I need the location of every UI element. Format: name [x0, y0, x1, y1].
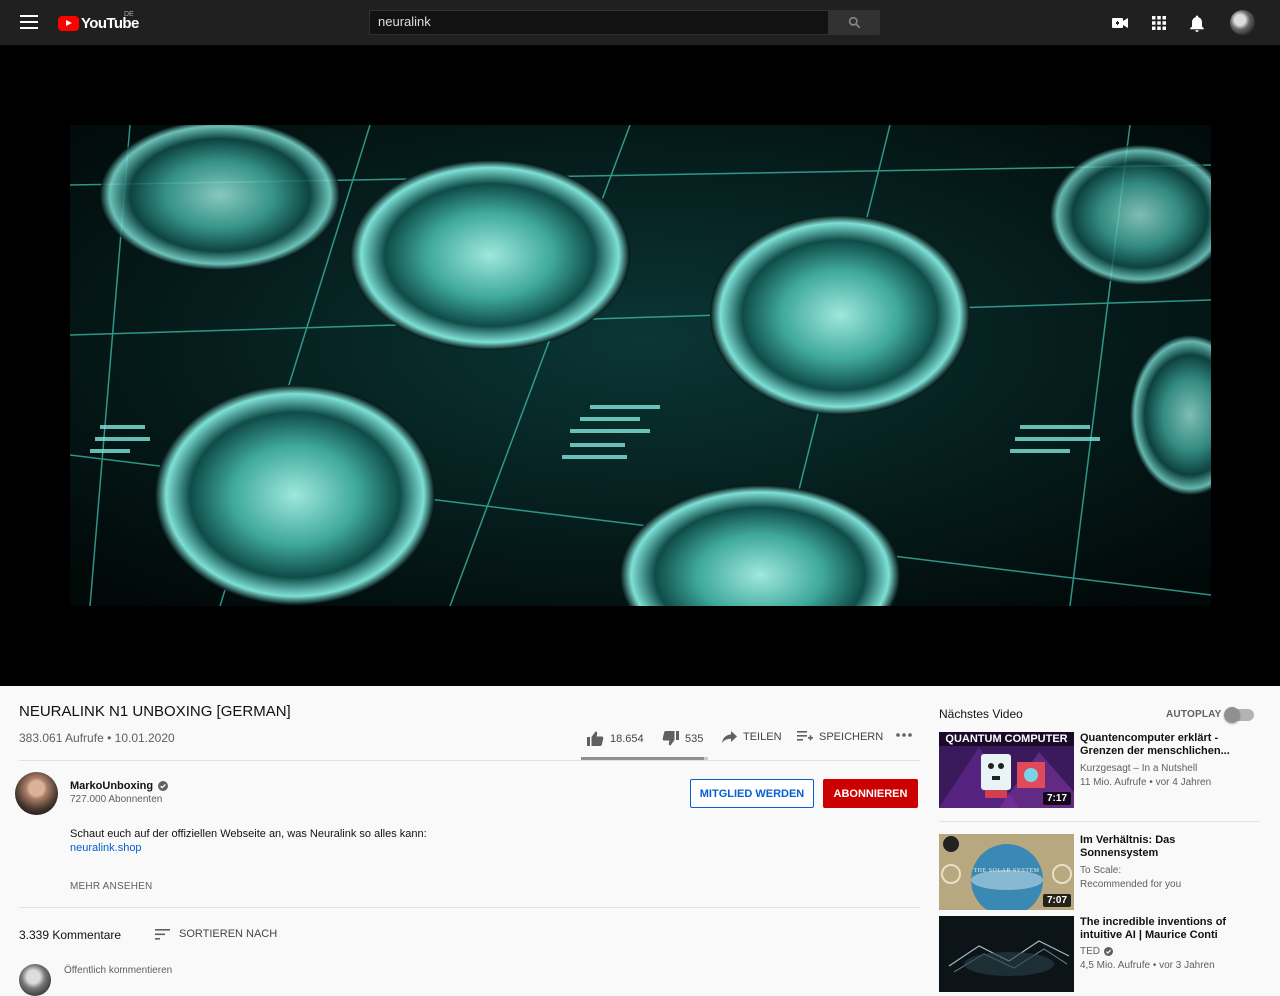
menu-icon[interactable]	[20, 15, 38, 29]
recommended-title[interactable]: Quantencomputer erklärt - Grenzen der me…	[1080, 732, 1250, 758]
search-icon	[848, 16, 860, 29]
recommended-video[interactable]: QUANTUM COMPUTER 7:17 Quantencomputer er…	[939, 732, 1259, 810]
subscribe-button[interactable]: ABONNIEREN	[823, 779, 918, 808]
brain-scan-video-image	[70, 125, 1211, 606]
dislike-button[interactable]: 535	[662, 731, 703, 746]
recommended-views: 4,5 Mio. Aufrufe • vor 3 Jahren	[1080, 960, 1215, 971]
like-count: 18.654	[610, 732, 644, 745]
comment-input[interactable]: Öffentlich kommentieren	[64, 965, 172, 976]
join-membership-button[interactable]: MITGLIED WERDEN	[690, 779, 814, 808]
video-player[interactable]	[0, 45, 1280, 686]
youtube-play-icon	[58, 15, 79, 31]
sort-icon	[155, 928, 170, 940]
channel-name: TED	[1080, 946, 1100, 957]
verified-badge-icon	[158, 781, 169, 791]
verified-badge-icon	[1104, 947, 1113, 956]
up-next-divider	[939, 821, 1260, 822]
thumbnail-caption: THE SOLAR SYSTEM	[973, 868, 1040, 874]
save-label: SPEICHERN	[819, 731, 884, 743]
up-next-heading: Nächstes Video	[939, 707, 1023, 721]
like-button[interactable]: 18.654	[587, 731, 644, 746]
user-avatar	[19, 964, 51, 996]
account-avatar[interactable]	[1230, 10, 1255, 35]
youtube-logo[interactable]: YouTube DE	[58, 11, 139, 33]
channel-name-link[interactable]: MarkoUnboxing	[70, 780, 169, 792]
more-actions-button[interactable]	[896, 733, 912, 737]
video-thumbnail[interactable]: THE SOLAR SYSTEM 7:07	[939, 834, 1074, 910]
top-navigation-bar: YouTube DE neuralink	[0, 0, 1280, 45]
search-input[interactable]: neuralink	[369, 10, 828, 35]
sort-comments-button[interactable]: SORTIEREN NACH	[155, 928, 277, 940]
sort-label: SORTIEREN NACH	[179, 928, 278, 940]
comment-count: 3.339 Kommentare	[19, 928, 122, 942]
video-description: Schaut euch auf der offiziellen Webseite…	[70, 827, 427, 855]
apps-grid-icon[interactable]	[1149, 13, 1169, 33]
description-divider	[19, 907, 920, 908]
recommended-views: 11 Mio. Aufrufe • vor 4 Jahren	[1080, 777, 1212, 788]
video-duration: 7:17	[1042, 792, 1071, 805]
toggle-knob	[1224, 707, 1240, 723]
video-thumbnail[interactable]: QUANTUM COMPUTER 7:17	[939, 732, 1074, 808]
meta-separator: •	[107, 731, 115, 745]
recommended-channel[interactable]: To Scale:	[1080, 865, 1121, 876]
share-icon	[722, 731, 737, 743]
autoplay-toggle[interactable]	[1224, 707, 1254, 723]
recommended-channel[interactable]: TED	[1080, 946, 1113, 957]
description-link[interactable]: neuralink.shop	[70, 841, 427, 855]
video-title: NEURALINK N1 UNBOXING [GERMAN]	[19, 703, 291, 720]
video-duration: 7:07	[1042, 894, 1071, 907]
show-more-button[interactable]: MEHR ANSEHEN	[70, 881, 152, 892]
recommended-video[interactable]: THE SOLAR SYSTEM 7:07 Im Verhältnis: Das…	[939, 834, 1259, 912]
channel-avatar[interactable]	[15, 772, 58, 815]
share-label: TEILEN	[743, 731, 782, 743]
save-button[interactable]: SPEICHERN	[797, 731, 883, 743]
upload-date: 10.01.2020	[114, 731, 175, 745]
thumbs-down-icon	[662, 731, 679, 746]
share-button[interactable]: TEILEN	[722, 731, 782, 743]
playlist-add-icon	[797, 731, 813, 741]
recommended-channel[interactable]: Kurzgesagt – In a Nutshell	[1080, 763, 1197, 774]
more-horizontal-icon	[896, 733, 912, 737]
recommended-title[interactable]: The incredible inventions of intuitive A…	[1080, 916, 1250, 942]
subscriber-count: 727.000 Abonnenten	[70, 794, 163, 805]
video-thumbnail[interactable]	[939, 916, 1074, 992]
ted-talk-thumbnail-image	[939, 916, 1074, 992]
thumbs-up-icon	[587, 731, 604, 746]
country-code: DE	[124, 11, 134, 18]
recommended-video[interactable]: The incredible inventions of intuitive A…	[939, 916, 1259, 994]
channel-name: MarkoUnboxing	[70, 780, 154, 792]
video-meta: 383.061 Aufrufe • 10.01.2020	[19, 731, 175, 745]
description-text: Schaut euch auf der offiziellen Webseite…	[70, 828, 427, 840]
view-count: 383.061 Aufrufe	[19, 731, 104, 745]
recommended-views: Recommended for you	[1080, 879, 1182, 890]
thumbnail-caption: QUANTUM COMPUTER	[939, 732, 1074, 746]
autoplay-label: AUTOPLAY	[1166, 709, 1222, 720]
notifications-bell-icon[interactable]	[1187, 13, 1207, 33]
search-button[interactable]	[828, 10, 880, 35]
create-video-icon[interactable]	[1110, 13, 1130, 33]
video-frame[interactable]	[70, 125, 1211, 606]
info-divider	[19, 760, 920, 761]
recommended-title[interactable]: Im Verhältnis: Das Sonnensystem	[1080, 834, 1250, 860]
dislike-count: 535	[685, 732, 704, 745]
